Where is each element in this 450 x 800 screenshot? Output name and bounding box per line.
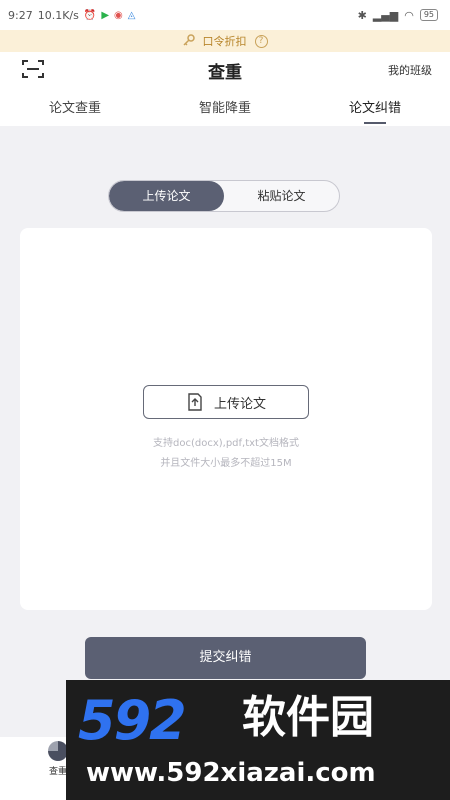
page-title: 查重 (208, 63, 242, 83)
status-left: 9:27 10.1K/s ⏰ ▶ ◉ ◬ (8, 9, 135, 22)
bluetooth-icon: ✱ (357, 8, 367, 22)
upload-card: 上传论文 支持doc(docx),pdf,txt文档格式 并且文件大小最多不超过… (20, 228, 432, 610)
tab-bar: 论文查重 智能降重 论文纠错 (0, 88, 450, 126)
submit-correction-button[interactable]: 提交纠错 (85, 637, 366, 679)
tab-smart-rewrite[interactable]: 智能降重 (150, 88, 300, 126)
upload-button-label: 上传论文 (213, 396, 266, 412)
help-icon[interactable]: ? (254, 34, 268, 48)
tab-paper-correction[interactable]: 论文纠错 (300, 88, 450, 126)
promo-text: 口令折扣 (202, 35, 247, 48)
app-notification-icon: ◉ (114, 9, 123, 21)
app-header: 查重 我的班级 (0, 52, 450, 88)
upload-mode-toggle: 上传论文 粘贴论文 (108, 180, 340, 212)
watermark-banner: 592 软件园 www.592xiazai.com (66, 680, 450, 800)
upload-paper-button[interactable]: 上传论文 (143, 385, 309, 419)
network-speed: 10.1K/s (37, 8, 79, 22)
format-hint: 支持doc(docx),pdf,txt文档格式 (153, 438, 299, 449)
status-bar: 9:27 10.1K/s ⏰ ▶ ◉ ◬ ✱ ▂▄▆ ◠ 95 (0, 0, 450, 30)
pie-chart-icon (48, 741, 68, 761)
tab-paper-check[interactable]: 论文查重 (0, 88, 150, 126)
battery-icon: 95 (419, 9, 438, 21)
watermark-brand: 软件园 (242, 692, 374, 743)
status-time: 9:27 (8, 8, 33, 22)
size-hint: 并且文件大小最多不超过15M (160, 458, 292, 469)
my-class-link[interactable]: 我的班级 (388, 62, 432, 78)
upload-file-icon (188, 393, 202, 411)
key-icon (182, 33, 195, 49)
promo-bar[interactable]: 口令折扣 ? (0, 30, 450, 52)
wifi-icon: ◠ (404, 8, 414, 22)
status-right: ✱ ▂▄▆ ◠ 95 (358, 9, 438, 22)
share-icon: ◬ (127, 9, 136, 21)
alarm-icon: ⏰ (83, 9, 97, 21)
signal-icon: ▂▄▆ (372, 8, 399, 22)
play-icon: ▶ (101, 9, 110, 21)
upload-paper-segment[interactable]: 上传论文 (109, 181, 224, 211)
watermark-url: www.592xiazai.com (86, 758, 376, 788)
paste-paper-segment[interactable]: 粘贴论文 (224, 181, 339, 211)
watermark-logo: 592 (78, 689, 187, 752)
